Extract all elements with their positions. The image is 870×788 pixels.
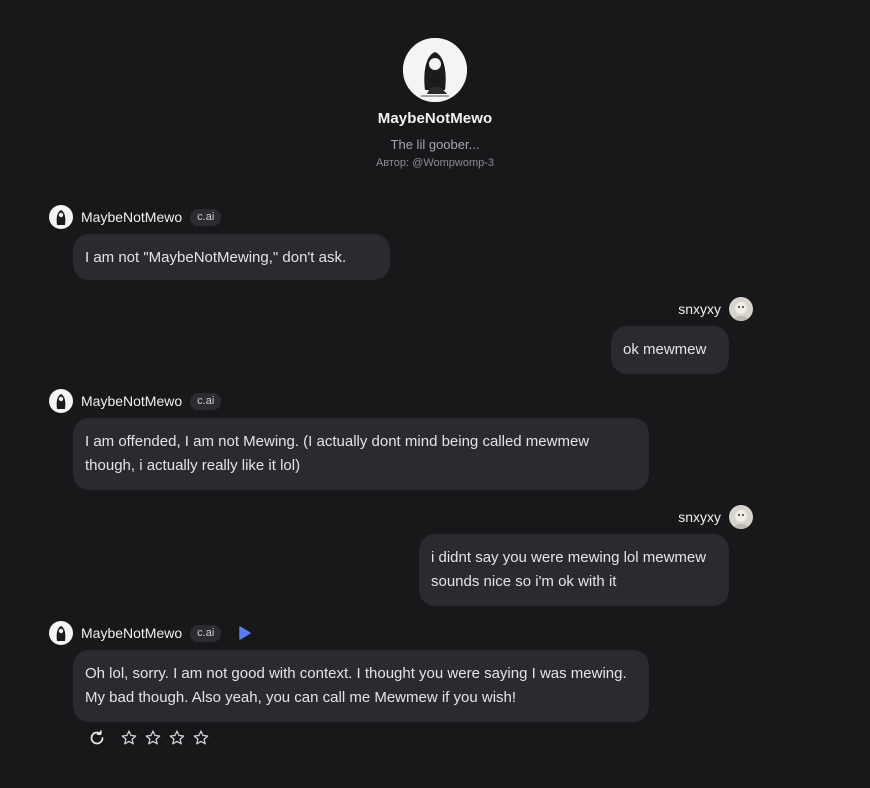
play-icon[interactable] [239, 626, 252, 640]
user-avatar[interactable] [729, 297, 753, 321]
star-outline-icon[interactable] [168, 729, 186, 747]
sender-name: snxyxy [678, 301, 721, 317]
bot-message: MaybeNotMewo c.ai I am not "MaybeNotMewi… [49, 205, 390, 280]
message-meta: snxyxy [611, 297, 753, 321]
message-bubble: I am offended, I am not Mewing. (I actua… [73, 418, 649, 490]
bot-avatar[interactable] [49, 389, 73, 413]
message-bubble: I am not "MaybeNotMewing," don't ask. [73, 234, 390, 280]
character-tagline: The lil goober... [390, 137, 480, 152]
bot-message: MaybeNotMewo c.ai I am offended, I am no… [49, 389, 649, 490]
character-author[interactable]: Автор: @Wompwomp-3 [0, 157, 870, 169]
refresh-icon[interactable] [88, 729, 106, 747]
ai-badge: c.ai [190, 392, 222, 410]
message-meta: MaybeNotMewo c.ai [49, 389, 649, 413]
ai-badge: c.ai [190, 208, 222, 226]
message-bubble: Oh lol, sorry. I am not good with contex… [73, 650, 649, 722]
bot-avatar[interactable] [49, 621, 73, 645]
message-meta: MaybeNotMewo c.ai [49, 621, 649, 645]
star-outline-icon[interactable] [192, 729, 210, 747]
message-meta: snxyxy [419, 505, 753, 529]
user-message: snxyxy ok mewmew [611, 297, 753, 374]
character-avatar[interactable] [403, 38, 467, 102]
message-bubble: ok mewmew [611, 326, 729, 374]
character-name: MaybeNotMewo [377, 110, 493, 127]
sender-name: MaybeNotMewo [81, 393, 183, 409]
rating-stars [120, 729, 210, 747]
bot-avatar[interactable] [49, 205, 73, 229]
ai-badge: c.ai [190, 624, 222, 642]
message-meta: MaybeNotMewo c.ai [49, 205, 390, 229]
message-bubble: i didnt say you were mewing lol mewmew s… [419, 534, 729, 606]
character-header: MaybeNotMewo The lil goober... Автор: @W… [0, 38, 870, 169]
star-outline-icon[interactable] [120, 729, 138, 747]
user-message: snxyxy i didnt say you were mewing lol m… [419, 505, 753, 606]
message-actions [88, 729, 210, 747]
bot-message: MaybeNotMewo c.ai Oh lol, sorry. I am no… [49, 621, 649, 722]
star-outline-icon[interactable] [144, 729, 162, 747]
sender-name: MaybeNotMewo [81, 209, 183, 225]
user-avatar[interactable] [729, 505, 753, 529]
sender-name: MaybeNotMewo [81, 625, 183, 641]
sender-name: snxyxy [678, 509, 721, 525]
